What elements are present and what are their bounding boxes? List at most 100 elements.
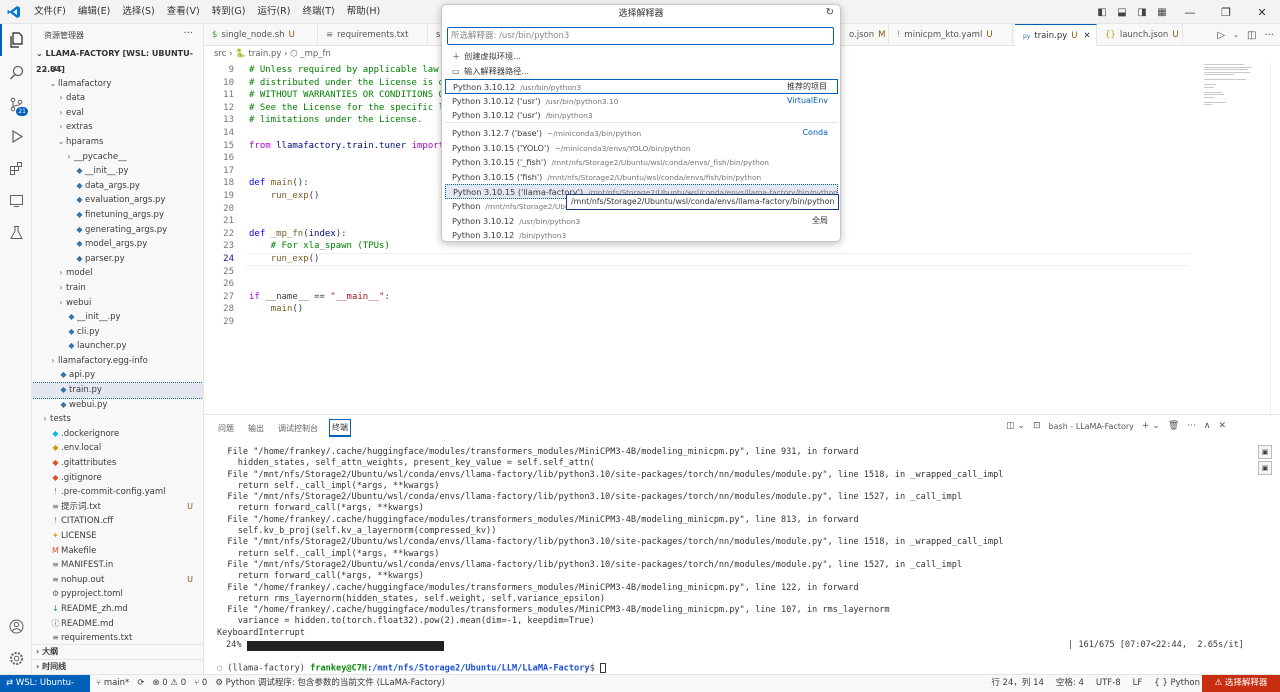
tree-item[interactable]: › llamafactory.egg-info (32, 354, 203, 369)
tree-item[interactable]: ◆ .env.local (32, 441, 203, 456)
explorer-icon[interactable] (0, 24, 32, 56)
outline-section[interactable]: › 大纲 (32, 644, 203, 657)
terminal-instance-icon[interactable]: ▣ (1258, 461, 1272, 475)
split-terminal-icon[interactable]: ◫ ⌄ (1006, 421, 1025, 431)
tree-item[interactable]: ◆ cli.py (32, 325, 203, 340)
refresh-icon[interactable]: ↻ (826, 7, 834, 18)
terminal-instance-icon[interactable]: ▣ (1258, 445, 1272, 459)
close-tab-icon[interactable]: ✕ (1084, 31, 1091, 41)
menu-go[interactable]: 转到(G) (206, 0, 252, 24)
menu-edit[interactable]: 编辑(E) (72, 0, 116, 24)
tree-item[interactable]: ◆ __init__.py (32, 310, 203, 325)
git-branch[interactable]: ⑂ main* (96, 675, 129, 692)
encoding[interactable]: UTF-8 (1096, 675, 1121, 692)
customize-layout-icon[interactable]: ▦ (1152, 7, 1172, 18)
tree-item[interactable]: › model (32, 266, 203, 281)
tree-item[interactable]: ⌄ llamafactory (32, 77, 203, 92)
tree-item[interactable]: ✦ LICENSE (32, 529, 203, 544)
tab-single-node-sh[interactable]: $ single_node.sh U (204, 24, 318, 46)
tree-item[interactable]: ⓘ README.md (32, 617, 203, 632)
tree-item[interactable]: ◆ api.py (32, 368, 203, 383)
testing-icon[interactable] (0, 216, 32, 248)
indentation[interactable]: 空格: 4 (1056, 675, 1084, 692)
close-panel-icon[interactable]: ✕ (1218, 421, 1226, 431)
debug-config[interactable]: ⚙ Python 调试程序: 包含参数的当前文件 (LLaMA-Factory) (215, 675, 445, 692)
kill-terminal-icon[interactable]: 🗑 (1168, 421, 1179, 431)
tree-item[interactable]: ≡ MANIFEST.in (32, 558, 203, 573)
maximize-panel-icon[interactable]: ∧ (1204, 421, 1211, 431)
run-dropdown-icon[interactable]: ⌄ (1233, 31, 1239, 39)
tree-item[interactable]: ≡ nohup.out U (32, 573, 203, 588)
tab-output[interactable]: 输出 (246, 421, 266, 436)
tree-item[interactable]: › webui (32, 296, 203, 311)
tree-item[interactable]: ! CITATION.cff (32, 514, 203, 529)
enter-path-action[interactable]: ▭ 输入解释器路径... (445, 64, 838, 79)
interpreter-option[interactable]: Python 3.10.12/bin/python3 (445, 228, 838, 243)
select-interpreter-button[interactable]: ⚠ 选择解释器 (1202, 675, 1280, 692)
tree-item[interactable]: ◆ train.py (32, 382, 203, 399)
ports-count[interactable]: ⑂ 0 (194, 675, 207, 692)
source-control-icon[interactable]: 21 (0, 88, 32, 120)
tree-item[interactable]: ◆ .gitignore (32, 471, 203, 486)
remote-explorer-icon[interactable] (0, 184, 32, 216)
workspace-root[interactable]: ⌄ LLAMA-FACTORY [WSL: UBUNTU-22.04] (32, 46, 203, 74)
new-terminal-icon[interactable]: + ⌄ (1142, 421, 1160, 431)
accounts-icon[interactable] (0, 610, 32, 642)
menu-selection[interactable]: 选择(S) (116, 0, 160, 24)
problems-count[interactable]: ⊗ 0 ⚠ 0 (152, 675, 186, 692)
minimize-icon[interactable]: — (1172, 6, 1208, 19)
run-python-file-icon[interactable]: ▷ (1217, 30, 1225, 41)
tree-item[interactable]: ⚙ pyproject.toml (32, 587, 203, 602)
more-actions-icon[interactable]: ··· (183, 28, 193, 39)
tree-item[interactable]: ◆ evaluation_args.py (32, 193, 203, 208)
interpreter-option[interactable]: Python 3.10.12 ('usr') /usr/bin/python3.1… (445, 94, 838, 109)
tree-item[interactable]: ⌄ src (32, 62, 203, 77)
tab-terminal[interactable]: 终端 (329, 419, 351, 437)
create-venv-action[interactable]: ＋创建虚拟环境... (445, 49, 838, 64)
tree-item[interactable]: › tests (32, 412, 203, 427)
interpreter-option[interactable]: Python 3.10.15 ('fish') /mnt/nfs/Storage2… (445, 170, 838, 185)
menu-file[interactable]: 文件(F) (28, 0, 72, 24)
language-mode[interactable]: { } Python (1154, 675, 1200, 692)
tree-item[interactable]: › extras (32, 120, 203, 135)
tree-item[interactable]: ! .pre-commit-config.yaml (32, 485, 203, 500)
interpreter-option[interactable]: Python 3.10.12 ('usr') /bin/python3 (445, 108, 838, 123)
run-debug-icon[interactable] (0, 120, 32, 152)
tree-item[interactable]: ◆ launcher.py (32, 339, 203, 354)
tab-launch-json[interactable]: {} launch.json U (1097, 24, 1183, 46)
terminal-name[interactable]: bash - LLaMA-Factory (1049, 422, 1134, 431)
menu-run[interactable]: 运行(R) (251, 0, 296, 24)
interpreter-option[interactable]: Python 3.10.15 ('_fish') /mnt/nfs/Storage… (445, 155, 838, 170)
cursor-position[interactable]: 行 24，列 14 (991, 675, 1044, 692)
menu-view[interactable]: 查看(V) (161, 0, 206, 24)
toggle-panel-icon[interactable]: ⬓ (1112, 7, 1132, 18)
tree-item[interactable]: ◆ parser.py (32, 252, 203, 267)
interpreter-option[interactable]: Python 3.10.15 ('YOLO') ~/miniconda3/envs… (445, 141, 838, 156)
tab-requirements-txt[interactable]: ≡ requirements.txt (318, 24, 428, 46)
tree-item[interactable]: ◆ data_args.py (32, 179, 203, 194)
timeline-section[interactable]: › 时间线 (32, 659, 203, 672)
tab-debug-console[interactable]: 调试控制台 (276, 421, 320, 436)
tree-item[interactable]: ↓ README_zh.md (32, 602, 203, 617)
tree-item[interactable]: ≡ 提示词.txt U (32, 500, 203, 515)
tree-item[interactable]: › train (32, 281, 203, 296)
editor-scrollbar[interactable] (1270, 62, 1278, 414)
interpreter-search-input[interactable]: 所选解释器: /usr/bin/python3 (447, 27, 834, 45)
search-icon[interactable] (0, 56, 32, 88)
menu-terminal[interactable]: 终端(T) (296, 0, 340, 24)
tree-item[interactable]: ◆ generating_args.py (32, 223, 203, 238)
close-icon[interactable]: ✕ (1244, 6, 1280, 19)
minimap[interactable] (1204, 64, 1260, 105)
editor-more-icon[interactable]: ··· (1264, 30, 1274, 41)
tab-minicpm-kto-yaml[interactable]: ! minicpm_kto.yaml U (889, 24, 1013, 46)
tree-item[interactable]: ◆ .dockerignore (32, 427, 203, 442)
shell-prompt[interactable]: ○ (llama-factory) frankey@C7H:/mnt/nfs/S… (217, 663, 606, 674)
extensions-icon[interactable] (0, 152, 32, 184)
tree-item[interactable]: ◆ .gitattributes (32, 456, 203, 471)
tree-item[interactable]: ◆ __init__.py (32, 164, 203, 179)
panel-more-icon[interactable]: ··· (1187, 421, 1196, 431)
sync-icon[interactable]: ⟳ (137, 675, 144, 692)
manage-gear-icon[interactable] (0, 642, 32, 674)
tab-json[interactable]: o.json M (841, 24, 889, 46)
end-of-line[interactable]: LF (1133, 675, 1143, 692)
